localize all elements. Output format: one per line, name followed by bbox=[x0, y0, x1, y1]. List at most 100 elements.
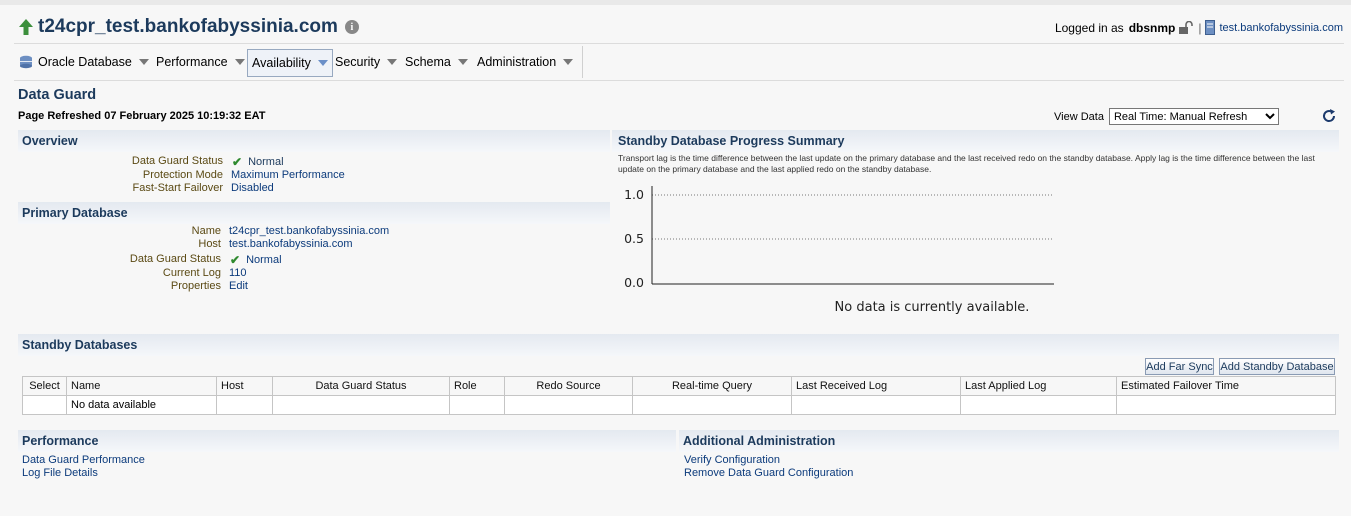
target-title: t24cpr_test.bankofabyssinia.com i bbox=[18, 16, 359, 38]
kv-label: Name bbox=[191, 225, 221, 237]
additional-admin-header: Additional Administration bbox=[679, 430, 1339, 452]
primary-db-header: Primary Database bbox=[18, 202, 610, 224]
view-data-label: View Data bbox=[1054, 110, 1104, 123]
menu-bar: Oracle Database Performance Availability… bbox=[14, 43, 1344, 81]
protection-mode-link[interactable]: Maximum Performance bbox=[231, 169, 345, 181]
kv-label: Current Log bbox=[162, 267, 221, 279]
kv-label: Data Guard Status bbox=[131, 155, 223, 167]
chevron-down-icon bbox=[457, 59, 468, 65]
primary-dg-status[interactable]: ✔ Normal bbox=[230, 253, 282, 267]
logged-in-label: Logged in as bbox=[1054, 20, 1124, 35]
remove-dg-configuration-link[interactable]: Remove Data Guard Configuration bbox=[684, 467, 853, 480]
primary-host-link[interactable]: test.bankofabyssinia.com bbox=[229, 238, 353, 250]
standby-table: Select Name Host Data Guard Status Role … bbox=[22, 376, 1336, 415]
menu-label: Oracle Database bbox=[38, 55, 132, 69]
table-cell bbox=[216, 395, 273, 415]
chevron-down-icon bbox=[234, 59, 245, 65]
chart-y-tick-label: 0.0 bbox=[624, 275, 644, 290]
page-target-name[interactable]: t24cpr_test.bankofabyssinia.com bbox=[38, 16, 338, 38]
menu-label: Security bbox=[335, 55, 381, 69]
menu-schema[interactable]: Schema bbox=[405, 52, 468, 72]
col-name[interactable]: Name bbox=[66, 376, 217, 396]
menu-label: Availability bbox=[252, 56, 311, 70]
kv-label: Fast-Start Failover bbox=[132, 182, 223, 194]
overview-heading: Overview bbox=[22, 134, 78, 148]
table-header-row: Select Name Host Data Guard Status Role … bbox=[22, 376, 1336, 396]
kv-label: Protection Mode bbox=[142, 169, 223, 181]
kv-label: Data Guard Status bbox=[129, 253, 221, 265]
col-realtime-query[interactable]: Real-time Query bbox=[632, 376, 792, 396]
menu-label: Performance bbox=[156, 55, 228, 69]
overview-header: Overview bbox=[18, 130, 610, 152]
up-arrow-icon bbox=[19, 19, 33, 35]
table-cell bbox=[449, 395, 505, 415]
chart-y-tick-label: 1.0 bbox=[624, 187, 644, 202]
properties-edit-link[interactable]: Edit bbox=[229, 280, 248, 292]
col-redo-source[interactable]: Redo Source bbox=[504, 376, 633, 396]
login-info: Logged in as dbsnmp | test.bankofabyssin… bbox=[1055, 20, 1343, 35]
chevron-down-icon bbox=[138, 59, 149, 65]
col-host[interactable]: Host bbox=[216, 376, 273, 396]
check-icon: ✔ bbox=[232, 155, 243, 169]
additional-admin-heading: Additional Administration bbox=[683, 434, 836, 448]
table-cell bbox=[960, 395, 1117, 415]
unlock-icon bbox=[1179, 20, 1194, 34]
col-last-applied-log[interactable]: Last Applied Log bbox=[960, 376, 1117, 396]
menu-performance[interactable]: Performance bbox=[156, 52, 245, 72]
col-failover-time[interactable]: Estimated Failover Time bbox=[1116, 376, 1336, 396]
table-cell bbox=[632, 395, 792, 415]
menu-oracle-database[interactable]: Oracle Database bbox=[19, 52, 149, 72]
menu-label: Schema bbox=[405, 55, 451, 69]
info-icon[interactable]: i bbox=[344, 20, 359, 34]
chart-no-data: No data is currently available. bbox=[834, 300, 1030, 315]
col-select[interactable]: Select bbox=[22, 376, 67, 396]
add-standby-database-button[interactable]: Add Standby Database bbox=[1219, 358, 1335, 375]
table-cell bbox=[1116, 395, 1336, 415]
database-icon bbox=[20, 55, 32, 69]
kv-label: Properties bbox=[170, 280, 221, 292]
chevron-down-icon bbox=[563, 59, 574, 65]
kv-label: Host bbox=[198, 238, 221, 250]
host-link[interactable]: test.bankofabyssinia.com bbox=[1219, 22, 1343, 34]
table-cell bbox=[791, 395, 961, 415]
col-role[interactable]: Role bbox=[449, 376, 505, 396]
menu-security[interactable]: Security bbox=[335, 52, 398, 72]
page-title: Data Guard bbox=[18, 87, 97, 103]
check-icon: ✔ bbox=[230, 253, 241, 267]
verify-configuration-link[interactable]: Verify Configuration bbox=[684, 454, 853, 467]
login-separator: | bbox=[1198, 20, 1202, 35]
chart-y-axis: 1.0 0.5 0.0 bbox=[624, 187, 1054, 290]
add-far-sync-button[interactable]: Add Far Sync bbox=[1145, 358, 1214, 375]
progress-summary-heading: Standby Database Progress Summary bbox=[618, 134, 845, 148]
menu-label: Administration bbox=[477, 55, 557, 69]
fast-start-failover-link[interactable]: Disabled bbox=[231, 182, 274, 194]
log-file-details-link[interactable]: Log File Details bbox=[22, 467, 145, 480]
chart-y-tick-label: 0.5 bbox=[624, 231, 644, 246]
menu-administration[interactable]: Administration bbox=[477, 52, 574, 72]
top-strip bbox=[0, 0, 1351, 5]
table-cell bbox=[22, 395, 67, 415]
performance-heading: Performance bbox=[22, 434, 99, 448]
col-last-received-log[interactable]: Last Received Log bbox=[791, 376, 961, 396]
chevron-down-icon bbox=[387, 59, 398, 65]
primary-name-link[interactable]: t24cpr_test.bankofabyssinia.com bbox=[229, 225, 389, 237]
menu-availability[interactable]: Availability bbox=[247, 49, 333, 77]
view-data-select[interactable]: Real Time: Manual Refresh bbox=[1108, 108, 1279, 125]
performance-header: Performance bbox=[18, 430, 676, 452]
kv-value: Normal bbox=[246, 254, 282, 266]
data-guard-performance-link[interactable]: Data Guard Performance bbox=[22, 454, 145, 467]
progress-summary-header: Standby Database Progress Summary bbox=[612, 130, 1339, 152]
col-dg-status[interactable]: Data Guard Status bbox=[272, 376, 450, 396]
overview-dg-status: ✔ Normal bbox=[232, 155, 284, 169]
refresh-icon[interactable] bbox=[1321, 108, 1337, 124]
table-cell bbox=[272, 395, 450, 415]
server-icon bbox=[1205, 20, 1216, 35]
chevron-down-icon bbox=[317, 60, 328, 66]
overview-labels: Data Guard Status Protection Mode Fast-S… bbox=[18, 155, 223, 200]
empty-message: No data available bbox=[66, 395, 217, 415]
current-log-link[interactable]: 110 bbox=[229, 267, 247, 279]
primary-labels: Name Host Data Guard Status Current Log … bbox=[18, 225, 221, 295]
username: dbsnmp bbox=[1128, 20, 1176, 35]
view-data: View Data Real Time: Manual Refresh bbox=[1054, 108, 1279, 125]
performance-links: Data Guard Performance Log File Details bbox=[22, 454, 145, 480]
